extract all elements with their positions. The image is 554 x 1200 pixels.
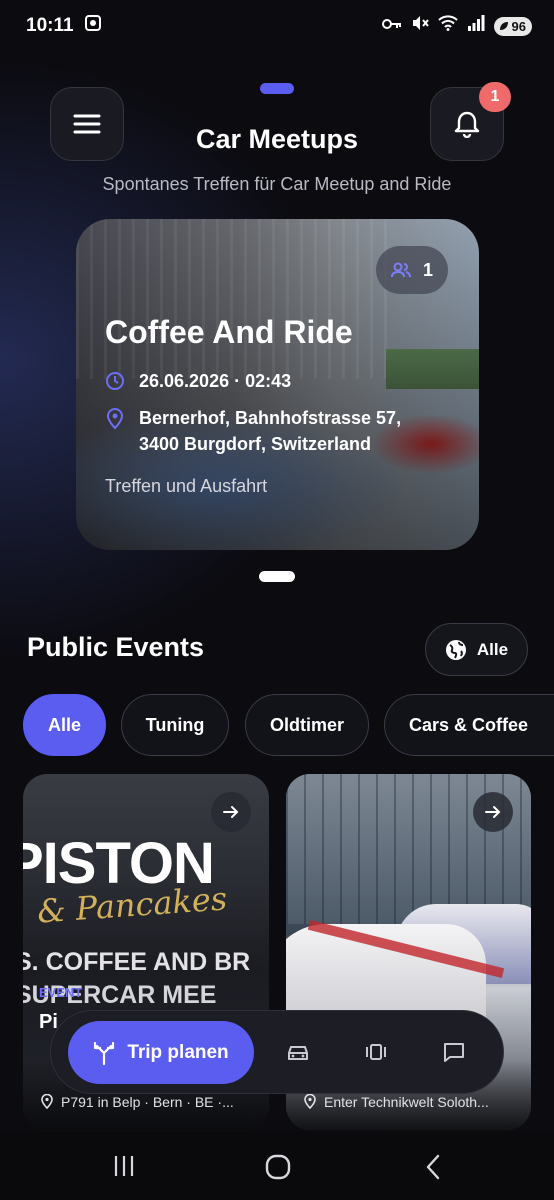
featured-date-row: 26.06.2026 · 02:43 xyxy=(105,368,291,398)
status-time: 10:11 xyxy=(26,15,74,36)
arrow-right-icon xyxy=(223,806,239,818)
event-location-text: Enter Technikwelt Soloth... xyxy=(324,1094,489,1110)
featured-description: Treffen und Ausfahrt xyxy=(105,476,268,496)
system-nav-bar xyxy=(0,1132,554,1200)
home-button[interactable] xyxy=(265,1154,291,1185)
bottom-nav: Trip planen xyxy=(50,1010,504,1094)
people-icon xyxy=(390,262,411,278)
recent-apps-button[interactable] xyxy=(112,1154,136,1183)
clock-icon xyxy=(105,368,125,398)
event-tag: EVENT xyxy=(39,985,83,1000)
featured-title: Coffee And Ride xyxy=(105,314,353,350)
open-event-button[interactable] xyxy=(211,792,251,832)
event-location-text: P791 in Belp · Bern · BE ·... xyxy=(61,1094,234,1110)
carousel-page-indicator xyxy=(259,571,295,582)
featured-location: Bernerhof, Bahnhofstrasse 57, 3400 Burgd… xyxy=(139,405,401,457)
featured-location-row: Bernerhof, Bahnhofstrasse 57, 3400 Burgd… xyxy=(105,405,401,457)
poster-line: S. COFFEE AND BR xyxy=(23,948,251,976)
featured-datetime: 26.06.2026 · 02:43 xyxy=(139,371,292,391)
signal-icon xyxy=(467,15,485,37)
event-location: Enter Technikwelt Soloth... xyxy=(304,1094,489,1110)
app-title: Car Meetups xyxy=(195,124,359,154)
car-icon[interactable] xyxy=(285,1039,311,1065)
filter-chip-alle[interactable]: Alle xyxy=(23,694,106,756)
key-icon xyxy=(381,15,402,37)
globe-icon xyxy=(445,639,466,660)
status-icons: 96 xyxy=(381,14,532,38)
open-event-button[interactable] xyxy=(473,792,513,832)
notification-badge: 1 xyxy=(479,82,511,112)
featured-location-line1: Bernerhof, Bahnhofstrasse 57, xyxy=(139,408,402,428)
filter-chip-tuning[interactable]: Tuning xyxy=(121,694,229,756)
top-indicator xyxy=(260,83,294,94)
filter-chip-oldtimer[interactable]: Oldtimer xyxy=(245,694,369,756)
hero-hill-image xyxy=(386,349,479,389)
featured-location-line2: 3400 Burgdorf, Switzerland xyxy=(139,434,372,454)
featured-event-card[interactable]: 1 Coffee And Ride 26.06.2026 · 02:43 Ber… xyxy=(76,219,479,550)
arrow-right-icon xyxy=(485,806,501,818)
chat-icon[interactable] xyxy=(441,1039,467,1065)
trip-planen-button[interactable]: Trip planen xyxy=(68,1021,254,1084)
app-subtitle: Spontanes Treffen für Car Meetup and Rid… xyxy=(102,174,452,194)
trip-fork-icon xyxy=(94,1041,115,1065)
hero-building-image xyxy=(76,219,396,379)
back-icon xyxy=(426,1154,440,1180)
trip-planen-label: Trip planen xyxy=(127,1041,229,1063)
participants-badge: 1 xyxy=(376,246,448,294)
recents-icon xyxy=(114,1156,134,1176)
back-button[interactable] xyxy=(424,1154,442,1185)
filter-chip-cars-coffee[interactable]: Cars & Coffee xyxy=(384,694,554,756)
wifi-icon xyxy=(437,15,458,37)
screen-record-icon xyxy=(84,14,102,38)
carousel-icon[interactable] xyxy=(363,1039,389,1065)
scope-label: Alle xyxy=(476,639,509,659)
status-bar: 10:11 96 xyxy=(0,0,554,52)
home-icon xyxy=(265,1154,291,1180)
section-title: Public Events xyxy=(27,632,205,662)
location-pin-icon xyxy=(41,1094,53,1109)
location-pin-icon xyxy=(105,405,125,457)
mute-icon xyxy=(411,14,429,38)
battery-indicator: 96 xyxy=(493,16,532,36)
event-location: P791 in Belp · Bern · BE ·... xyxy=(41,1094,234,1110)
location-pin-icon xyxy=(304,1094,316,1109)
scope-filter-button[interactable]: Alle xyxy=(425,623,528,676)
battery-saver-icon xyxy=(499,22,508,30)
battery-level: 96 xyxy=(511,18,526,34)
participants-count: 1 xyxy=(422,259,433,280)
